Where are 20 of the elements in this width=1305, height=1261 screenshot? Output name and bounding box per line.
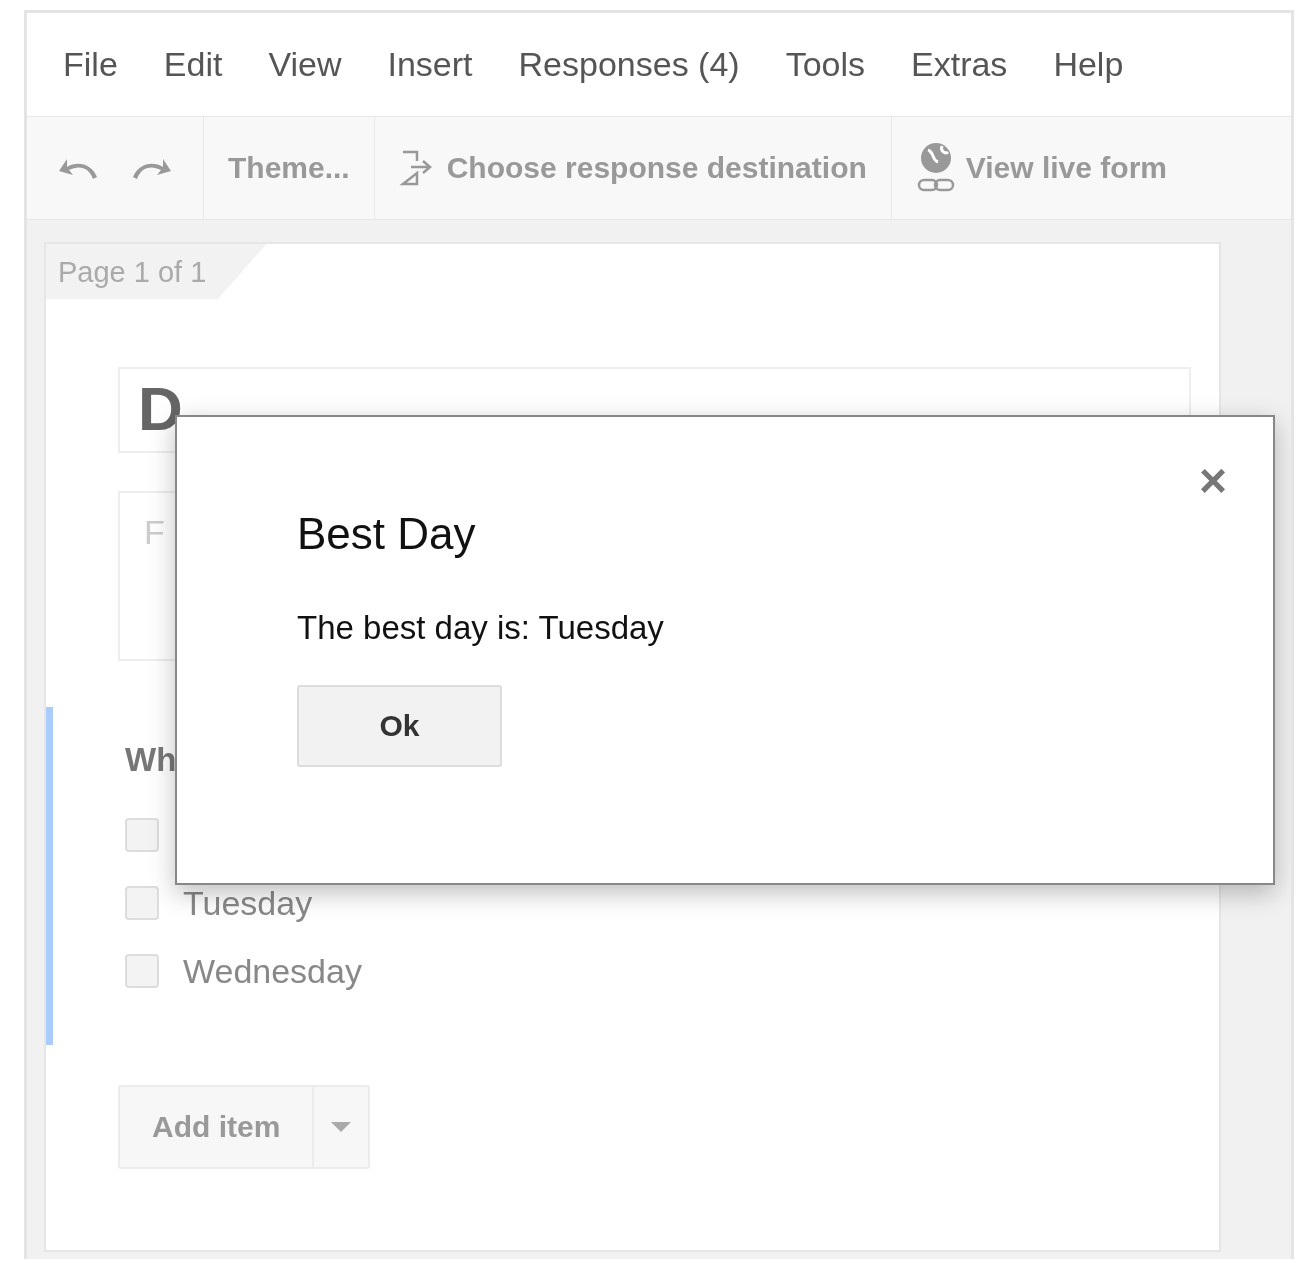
checkbox[interactable] <box>125 886 159 920</box>
caret-icon <box>331 1122 352 1132</box>
menu-item[interactable]: Insert <box>387 45 473 84</box>
checkbox[interactable] <box>125 954 159 988</box>
checkbox[interactable] <box>125 818 159 852</box>
menu-item[interactable]: Extras <box>911 45 1008 84</box>
close-button[interactable]: × <box>1198 457 1227 505</box>
menu-item[interactable]: Responses (4) <box>518 45 740 84</box>
ok-button[interactable]: Ok <box>297 685 502 767</box>
option-label: Tuesday <box>183 883 313 923</box>
menu-item[interactable]: File <box>63 45 118 84</box>
page-label: Page 1 of 1 <box>46 244 267 299</box>
menu-item[interactable]: View <box>268 45 342 84</box>
dialog-title: Best Day <box>297 509 477 559</box>
menu-item[interactable]: Edit <box>163 45 223 84</box>
option-label: Wednesday <box>183 951 362 991</box>
menu-item[interactable]: Help <box>1053 45 1124 84</box>
menu-item[interactable]: Tools <box>785 45 865 84</box>
dialog-message: The best day is: Tuesday <box>297 609 665 647</box>
question-title: Wh <box>125 741 178 779</box>
